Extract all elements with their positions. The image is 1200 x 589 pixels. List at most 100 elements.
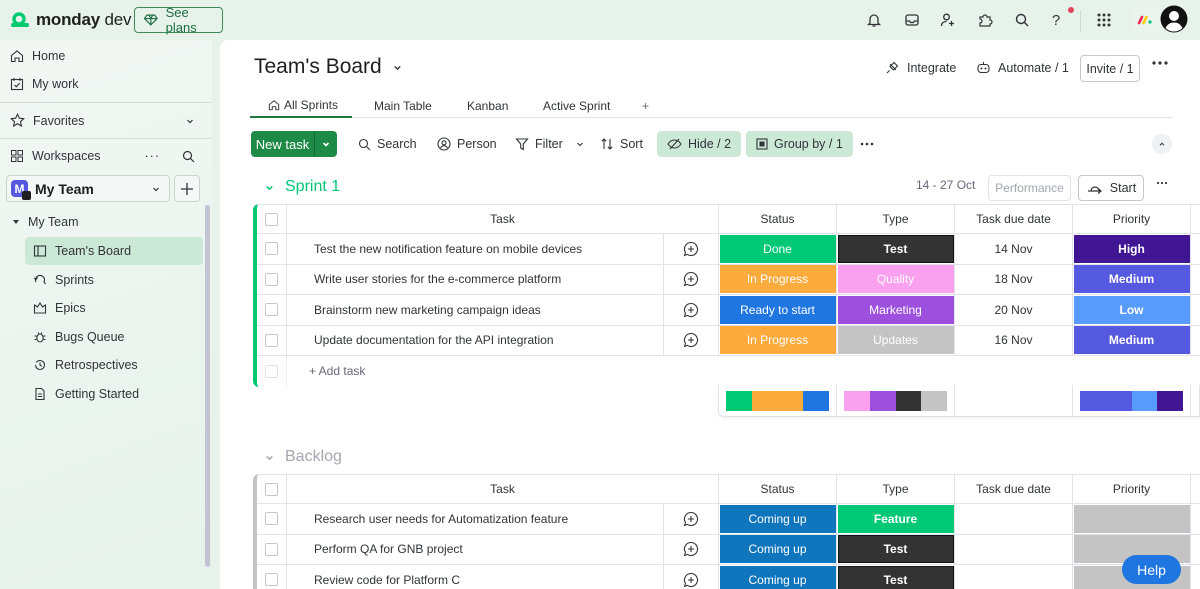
task-name-cell[interactable]: Review code for Platform C [287,565,664,589]
type-cell[interactable]: Feature [837,504,955,534]
chevron-down-icon[interactable] [264,452,275,463]
sidebar-scrollbar[interactable] [205,205,210,567]
checkbox[interactable] [265,242,278,256]
sidebar-item-sprints[interactable]: Sprints [25,266,203,294]
checkbox[interactable] [265,573,278,587]
priority-cell[interactable] [1073,504,1191,534]
board-more-icon[interactable] [1152,60,1168,66]
filter-button[interactable]: Filter [515,131,585,157]
row-checkbox-cell[interactable] [257,534,287,564]
group-title[interactable]: Backlog [285,448,342,466]
sidebar-item-getting-started[interactable]: Getting Started [25,380,203,408]
due-date-cell[interactable]: 14 Nov [955,234,1073,264]
task-name-cell[interactable]: Write user stories for the e-commerce pl… [287,264,664,294]
add-update-button[interactable] [664,264,719,294]
column-header-status[interactable]: Status [719,475,837,503]
person-filter-button[interactable]: Person [437,131,497,157]
sidebar-item-retrospectives[interactable]: Retrospectives [25,351,203,379]
app-grid-icon[interactable] [1094,10,1114,30]
due-date-cell[interactable] [955,565,1073,589]
status-cell[interactable]: In Progress [719,264,837,294]
summary-segment-ready-to-start[interactable] [803,390,829,411]
status-cell[interactable]: Coming up [719,534,837,564]
add-workspace-button[interactable] [174,175,200,202]
sidebar-item-home[interactable]: Home [10,49,65,63]
summary-segment-high[interactable] [1157,390,1183,411]
sidebar-item-epics[interactable]: Epics [25,294,203,322]
checkbox[interactable] [265,364,278,378]
priority-cell[interactable]: Medium [1073,264,1191,294]
column-header-task[interactable]: Task [287,205,719,233]
help-icon[interactable]: ? [1046,10,1066,30]
search-button[interactable]: Search [358,131,417,157]
bell-icon[interactable] [864,10,884,30]
tab-active-sprint[interactable]: Active Sprint [543,94,610,118]
checkbox[interactable] [265,512,278,526]
task-name-cell[interactable]: Test the new notification feature on mob… [287,234,664,264]
add-update-button[interactable] [664,504,719,534]
priority-cell[interactable]: Medium [1073,325,1191,355]
add-update-button[interactable] [664,234,719,264]
add-task-input[interactable]: + Add task [287,356,847,387]
tab-all-sprints[interactable]: All Sprints [250,94,353,118]
checkbox[interactable] [265,482,278,496]
column-header-date[interactable]: Task due date [955,475,1073,503]
monday-logo[interactable]: monday dev [10,10,132,30]
type-cell[interactable]: Quality [837,264,955,294]
sidebar-item-my-work[interactable]: My work [10,77,79,91]
summary-segment-test[interactable] [895,390,922,411]
summary-segment-low[interactable] [1131,390,1158,411]
summary-segment-done[interactable] [726,390,752,411]
automate-button[interactable]: Automate / 1 [976,60,1069,75]
column-header-status[interactable]: Status [719,205,837,233]
priority-cell[interactable]: Low [1073,295,1191,325]
row-checkbox-cell[interactable] [257,234,287,264]
apps-puzzle-icon[interactable] [975,10,995,30]
chevron-down-icon[interactable] [185,116,195,126]
hide-columns-button[interactable]: Hide / 2 [657,131,742,157]
row-checkbox-cell[interactable] [257,504,287,534]
sort-button[interactable]: Sort [600,131,643,157]
column-header-task[interactable]: Task [287,475,719,503]
add-update-button[interactable] [664,325,719,355]
checkbox[interactable] [265,272,278,286]
start-sprint-button[interactable]: Start [1078,175,1144,201]
group-by-button[interactable]: Group by / 1 [746,131,853,157]
group-header-backlog[interactable]: Backlog [264,448,342,466]
workspace-selector[interactable]: M My Team [6,175,170,202]
add-update-button[interactable] [664,295,719,325]
status-cell[interactable]: Ready to start [719,295,837,325]
task-name-cell[interactable]: Perform QA for GNB project [287,534,664,564]
priority-cell[interactable]: High [1073,234,1191,264]
sidebar-favorites[interactable]: Favorites [10,113,195,128]
add-view-button[interactable]: + [642,94,649,118]
task-name-cell[interactable]: Brainstorm new marketing campaign ideas [287,295,664,325]
task-name-cell[interactable]: Research user needs for Automatization f… [287,504,664,534]
see-plans-button[interactable]: See plans [134,5,223,35]
type-cell[interactable]: Test [837,565,955,589]
inbox-icon[interactable] [902,10,922,30]
collapse-header-button[interactable] [1152,134,1172,154]
row-checkbox-cell[interactable] [257,475,287,503]
checkbox[interactable] [265,542,278,556]
checkbox[interactable] [265,212,278,226]
row-checkbox-cell[interactable] [257,205,287,233]
chevron-down-icon[interactable] [264,182,275,193]
task-name-cell[interactable]: Update documentation for the API integra… [287,325,664,355]
new-task-label[interactable]: New task [251,131,315,157]
due-date-cell[interactable]: 16 Nov [955,325,1073,355]
priority-summary[interactable] [1073,385,1191,416]
board-title[interactable]: Team's Board [254,55,403,79]
group-header-sprint-1[interactable]: Sprint 1 [264,178,340,196]
column-header-date[interactable]: Task due date [955,205,1073,233]
column-header-type[interactable]: Type [837,475,955,503]
status-cell[interactable]: Coming up [719,565,837,589]
add-update-button[interactable] [664,534,719,564]
status-cell[interactable]: Coming up [719,504,837,534]
toolbar-more-icon[interactable] [860,131,874,157]
sidebar-item-bugs-queue[interactable]: Bugs Queue [25,323,203,351]
search-icon[interactable] [1012,10,1032,30]
summary-segment-updates[interactable] [921,390,947,411]
more-icon[interactable]: ··· [145,149,161,163]
type-summary[interactable] [837,385,955,416]
